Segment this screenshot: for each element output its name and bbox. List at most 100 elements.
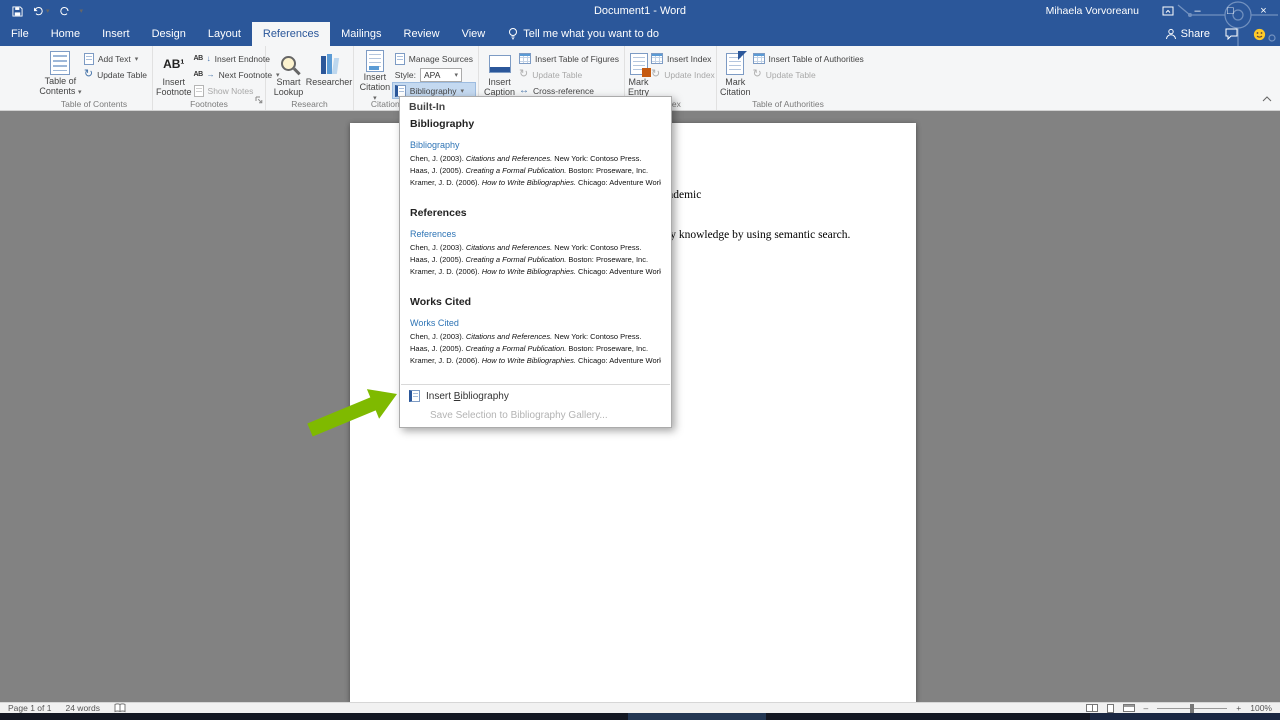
table-of-contents-icon xyxy=(50,51,70,75)
insert-footnote-button[interactable]: AB¹ Insert Footnote xyxy=(156,48,192,98)
signed-in-user[interactable]: Mihaela Vorvoreanu xyxy=(1046,5,1139,17)
collapse-ribbon-button[interactable] xyxy=(1262,89,1272,107)
group-research: Smart Lookup Researcher Research xyxy=(266,46,354,110)
researcher-icon xyxy=(321,54,338,74)
insert-caption-icon xyxy=(489,55,511,73)
update-table-button[interactable]: ↻ Update Table xyxy=(82,67,149,82)
style-row: Style: APA ▾ xyxy=(393,67,475,82)
word-count[interactable]: 24 words xyxy=(65,703,100,713)
undo-icon xyxy=(32,6,44,16)
page-indicator[interactable]: Page 1 of 1 xyxy=(8,703,51,713)
gallery-item-references[interactable]: References References Chen, J. (2003). C… xyxy=(400,203,671,292)
insert-citation-icon xyxy=(366,50,384,72)
dropdown-arrow-icon: ▾ xyxy=(461,87,465,95)
ribbon-tab-bar: File Home Insert Design Layout Reference… xyxy=(0,22,1280,46)
zoom-out-button[interactable]: – xyxy=(1144,703,1149,713)
save-button[interactable] xyxy=(12,6,23,17)
feedback-smiley-icon[interactable] xyxy=(1253,28,1266,41)
status-bar: Page 1 of 1 24 words – + 100% xyxy=(0,702,1280,713)
table-of-authorities-icon xyxy=(753,53,765,64)
add-text-icon xyxy=(84,53,94,65)
read-mode-button[interactable] xyxy=(1086,704,1098,712)
zoom-in-button[interactable]: + xyxy=(1236,703,1241,713)
smart-lookup-icon xyxy=(281,56,296,71)
group-label-research: Research xyxy=(266,99,353,109)
mark-citation-button[interactable]: Mark Citation xyxy=(720,48,751,98)
update-index-button: ↻ Update Index xyxy=(649,67,717,82)
zoom-slider-thumb[interactable] xyxy=(1190,704,1194,713)
cross-reference-icon: ↔ xyxy=(519,86,529,96)
tab-view[interactable]: View xyxy=(451,22,497,46)
group-footnotes: AB¹ Insert Footnote AB ↓ Insert Endnote … xyxy=(153,46,266,110)
footnotes-dialog-launcher[interactable] xyxy=(255,91,263,109)
share-person-icon xyxy=(1165,28,1177,40)
tab-home[interactable]: Home xyxy=(40,22,91,46)
insert-bibliography-icon xyxy=(409,390,420,402)
bibliography-icon xyxy=(395,85,406,97)
mark-entry-button[interactable]: Mark Entry xyxy=(628,48,649,98)
maximize-button[interactable]: □ xyxy=(1214,0,1247,22)
tab-review[interactable]: Review xyxy=(393,22,451,46)
gallery-item-works-cited[interactable]: Works Cited Works Cited Chen, J. (2003).… xyxy=(400,292,671,381)
redo-button[interactable] xyxy=(59,6,71,16)
refresh-icon: ↻ xyxy=(84,69,93,80)
undo-button[interactable]: ▾ xyxy=(32,6,50,16)
smart-lookup-button[interactable]: Smart Lookup xyxy=(269,48,308,98)
endnote-ab-icon: AB xyxy=(194,55,203,62)
insert-table-of-figures-button[interactable]: Insert Table of Figures xyxy=(517,51,621,66)
close-button[interactable]: × xyxy=(1247,0,1280,22)
tab-insert[interactable]: Insert xyxy=(91,22,141,46)
share-button[interactable]: Share xyxy=(1165,28,1210,40)
comments-icon[interactable] xyxy=(1225,28,1238,40)
redo-icon xyxy=(59,6,71,16)
group-table-of-authorities: Mark Citation Insert Table of Authoritie… xyxy=(717,46,859,110)
update-table-captions-button: ↻ Update Table xyxy=(517,67,621,82)
update-table-authorities-button: ↻ Update Table xyxy=(751,67,866,82)
footnote-ab-icon: AB xyxy=(194,71,203,78)
zoom-slider[interactable] xyxy=(1157,708,1227,709)
title-bar: ▾ ▾ Document1 - Word Mihaela Vorvoreanu … xyxy=(0,0,1280,22)
taskbar-item xyxy=(1090,713,1280,720)
tab-layout[interactable]: Layout xyxy=(197,22,252,46)
show-notes-icon xyxy=(194,85,204,97)
group-label-footnotes: Footnotes xyxy=(153,99,265,109)
tab-design[interactable]: Design xyxy=(141,22,197,46)
insert-index-icon xyxy=(651,53,663,64)
web-layout-button[interactable] xyxy=(1123,704,1135,712)
tab-file[interactable]: File xyxy=(0,22,40,46)
right-arrow-icon: → xyxy=(207,70,215,79)
manage-sources-button[interactable]: Manage Sources xyxy=(393,51,475,66)
gallery-item-bibliography[interactable]: Bibliography Bibliography Chen, J. (2003… xyxy=(400,114,671,203)
minimize-button[interactable]: – xyxy=(1181,0,1214,22)
lightbulb-icon xyxy=(508,27,518,41)
bibliography-dropdown-menu: Built-In Bibliography Bibliography Chen,… xyxy=(399,96,672,428)
document-text-fragment: ly knowledge by using semantic search. xyxy=(667,229,850,241)
mark-entry-icon xyxy=(630,53,648,75)
tab-mailings[interactable]: Mailings xyxy=(330,22,392,46)
group-table-of-contents: Table of Contents ▾ Add Text ▾ ↻ Update … xyxy=(36,46,153,110)
customize-quick-access-button[interactable]: ▾ xyxy=(80,7,84,15)
taskbar-item xyxy=(628,713,766,720)
print-layout-button[interactable] xyxy=(1107,704,1114,713)
table-of-contents-button[interactable]: Table of Contents ▾ xyxy=(39,48,82,98)
mark-citation-icon xyxy=(726,53,744,75)
tab-references[interactable]: References xyxy=(252,22,330,46)
refresh-icon: ↻ xyxy=(753,69,762,80)
dropdown-section-header: Built-In xyxy=(400,97,671,114)
proofing-status-icon[interactable] xyxy=(114,703,126,713)
insert-bibliography-menu-item[interactable]: Insert Bibliography xyxy=(400,386,671,406)
add-text-button[interactable]: Add Text ▾ xyxy=(82,51,149,66)
table-of-figures-icon xyxy=(519,53,531,64)
tell-me-box[interactable]: Tell me what you want to do xyxy=(496,22,671,46)
insert-caption-button[interactable]: Insert Caption xyxy=(482,48,517,98)
zoom-level[interactable]: 100% xyxy=(1250,703,1272,713)
undo-dropdown-arrow[interactable]: ▾ xyxy=(46,7,50,15)
insert-table-of-authorities-button[interactable]: Insert Table of Authorities xyxy=(751,51,866,66)
style-select[interactable]: APA ▾ xyxy=(420,68,462,82)
insert-index-button[interactable]: Insert Index xyxy=(649,51,717,66)
insert-citation-button[interactable]: Insert Citation ▾ xyxy=(357,48,393,98)
group-label-table-of-authorities: Table of Authorities xyxy=(717,99,859,109)
researcher-button[interactable]: Researcher xyxy=(308,48,350,98)
ribbon-display-options-button[interactable] xyxy=(1155,0,1181,22)
menu-separator xyxy=(401,384,670,385)
